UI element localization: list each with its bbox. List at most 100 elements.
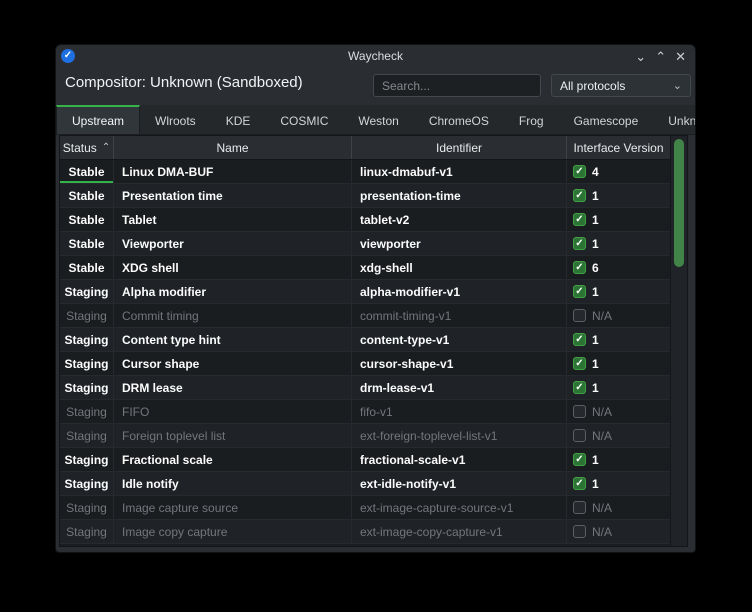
supported-checkbox[interactable]: ✓ bbox=[573, 165, 586, 178]
name-cell: Image copy capture bbox=[114, 520, 352, 543]
version-cell: N/A bbox=[567, 520, 670, 543]
table-row[interactable]: Staging Cursor shape cursor-shape-v1 ✓ 1 bbox=[60, 352, 670, 376]
supported-checkbox[interactable]: ✓ bbox=[573, 285, 586, 298]
supported-checkbox[interactable] bbox=[573, 429, 586, 442]
vertical-scrollbar-thumb[interactable] bbox=[674, 139, 684, 267]
protocol-table: Status ⌃ Name Identifier Interface Versi… bbox=[59, 135, 688, 547]
table-row[interactable]: Stable Tablet tablet-v2 ✓ 1 bbox=[60, 208, 670, 232]
column-header-status[interactable]: Status ⌃ bbox=[60, 136, 114, 159]
status-cell: Stable bbox=[60, 184, 114, 207]
window-controls: ⌄ ⌃ ✕ bbox=[635, 50, 695, 63]
version-value: 1 bbox=[592, 356, 599, 371]
search-input[interactable] bbox=[373, 74, 541, 97]
chevron-down-icon: ⌄ bbox=[672, 80, 682, 92]
name-cell: Viewporter bbox=[114, 232, 352, 255]
tab-label: COSMIC bbox=[280, 113, 329, 128]
identifier-cell: ext-idle-notify-v1 bbox=[352, 472, 567, 495]
check-icon: ✓ bbox=[575, 165, 584, 177]
status-cell: Stable bbox=[60, 232, 114, 255]
table-row[interactable]: Staging FIFO fifo-v1 N/A bbox=[60, 400, 670, 424]
supported-checkbox[interactable] bbox=[573, 501, 586, 514]
protocol-table-main: Status ⌃ Name Identifier Interface Versi… bbox=[60, 136, 670, 546]
tab-frog[interactable]: Frog bbox=[504, 105, 559, 134]
tab-upstream[interactable]: Upstream bbox=[56, 105, 141, 134]
status-cell: Staging bbox=[60, 496, 114, 519]
status-cell: Staging bbox=[60, 280, 114, 303]
minimize-icon[interactable]: ⌄ bbox=[635, 50, 646, 63]
name-cell: FIFO bbox=[114, 400, 352, 423]
identifier-cell: ext-foreign-toplevel-list-v1 bbox=[352, 424, 567, 447]
table-row[interactable]: Staging Alpha modifier alpha-modifier-v1… bbox=[60, 280, 670, 304]
supported-checkbox[interactable] bbox=[573, 405, 586, 418]
supported-checkbox[interactable]: ✓ bbox=[573, 261, 586, 274]
tab-wlroots[interactable]: Wlroots bbox=[140, 105, 211, 134]
version-cell: ✓ 1 bbox=[567, 376, 670, 399]
maximize-icon[interactable]: ⌃ bbox=[655, 50, 666, 63]
table-row[interactable]: Staging Image copy capture ext-image-cop… bbox=[60, 520, 670, 544]
supported-checkbox[interactable]: ✓ bbox=[573, 381, 586, 394]
supported-checkbox[interactable]: ✓ bbox=[573, 213, 586, 226]
column-header-name[interactable]: Name bbox=[114, 136, 352, 159]
identifier-cell: commit-timing-v1 bbox=[352, 304, 567, 327]
check-icon: ✓ bbox=[575, 285, 584, 297]
table-row[interactable]: Stable Linux DMA-BUF linux-dmabuf-v1 ✓ 4 bbox=[60, 160, 670, 184]
table-row[interactable]: Stable XDG shell xdg-shell ✓ 6 bbox=[60, 256, 670, 280]
tab-chromeos[interactable]: ChromeOS bbox=[414, 105, 504, 134]
identifier-cell: viewporter bbox=[352, 232, 567, 255]
table-row[interactable]: Staging DRM lease drm-lease-v1 ✓ 1 bbox=[60, 376, 670, 400]
app-logo-icon: ✓ bbox=[61, 49, 75, 63]
name-cell: Idle notify bbox=[114, 472, 352, 495]
version-cell: ✓ 1 bbox=[567, 472, 670, 495]
table-row[interactable]: Staging Fractional scale fractional-scal… bbox=[60, 448, 670, 472]
version-value: 4 bbox=[592, 164, 599, 179]
version-value: 6 bbox=[592, 260, 599, 275]
name-cell: Linux DMA-BUF bbox=[114, 160, 352, 183]
supported-checkbox[interactable]: ✓ bbox=[573, 357, 586, 370]
tab-unknown[interactable]: Unknown bbox=[653, 105, 695, 134]
supported-checkbox[interactable]: ✓ bbox=[573, 189, 586, 202]
identifier-cell: ext-image-capture-source-v1 bbox=[352, 496, 567, 519]
tab-label: Gamescope bbox=[573, 113, 639, 128]
column-header-identifier[interactable]: Identifier bbox=[352, 136, 567, 159]
status-cell: Staging bbox=[60, 304, 114, 327]
status-cell: Staging bbox=[60, 328, 114, 351]
name-cell: Cursor shape bbox=[114, 352, 352, 375]
table-row[interactable]: Staging Content type hint content-type-v… bbox=[60, 328, 670, 352]
version-cell: ✓ 4 bbox=[567, 160, 670, 183]
table-row[interactable]: Staging Idle notify ext-idle-notify-v1 ✓… bbox=[60, 472, 670, 496]
supported-checkbox[interactable]: ✓ bbox=[573, 477, 586, 490]
status-cell: Staging bbox=[60, 376, 114, 399]
supported-checkbox[interactable] bbox=[573, 309, 586, 322]
version-value: N/A bbox=[592, 404, 613, 419]
vertical-scrollbar-track[interactable] bbox=[670, 136, 687, 546]
status-cell: Staging bbox=[60, 400, 114, 423]
status-cell: Staging bbox=[60, 352, 114, 375]
waycheck-window: ✓ Waycheck ⌄ ⌃ ✕ Compositor: Unknown (Sa… bbox=[55, 44, 696, 553]
table-row[interactable]: Staging Image capture source ext-image-c… bbox=[60, 496, 670, 520]
tab-label: KDE bbox=[225, 113, 251, 128]
status-cell: Stable bbox=[60, 208, 114, 231]
supported-checkbox[interactable]: ✓ bbox=[573, 237, 586, 250]
compositor-tab-bar: Upstream Wlroots KDE COSMIC Weston Chrom… bbox=[56, 105, 695, 135]
supported-checkbox[interactable]: ✓ bbox=[573, 453, 586, 466]
tab-label: Weston bbox=[358, 113, 399, 128]
tab-label: Frog bbox=[518, 113, 544, 128]
table-row[interactable]: Stable Presentation time presentation-ti… bbox=[60, 184, 670, 208]
tab-kde[interactable]: KDE bbox=[211, 105, 266, 134]
tab-cosmic[interactable]: COSMIC bbox=[265, 105, 343, 134]
column-header-interface-version[interactable]: Interface Version bbox=[567, 136, 670, 159]
supported-checkbox[interactable] bbox=[573, 525, 586, 538]
table-row[interactable]: Stable Viewporter viewporter ✓ 1 bbox=[60, 232, 670, 256]
supported-checkbox[interactable]: ✓ bbox=[573, 333, 586, 346]
version-cell: N/A bbox=[567, 400, 670, 423]
table-row[interactable]: Staging Commit timing commit-timing-v1 N… bbox=[60, 304, 670, 328]
version-cell: ✓ 1 bbox=[567, 328, 670, 351]
protocol-filter-dropdown[interactable]: All protocols ⌄ bbox=[551, 74, 691, 97]
table-row[interactable]: Staging Foreign toplevel list ext-foreig… bbox=[60, 424, 670, 448]
tab-gamescope[interactable]: Gamescope bbox=[559, 105, 654, 134]
toolbar: Compositor: Unknown (Sandboxed) All prot… bbox=[56, 67, 695, 105]
status-cell: Staging bbox=[60, 520, 114, 543]
tab-weston[interactable]: Weston bbox=[343, 105, 413, 134]
status-cell: Stable bbox=[60, 160, 114, 183]
close-icon[interactable]: ✕ bbox=[675, 50, 686, 63]
